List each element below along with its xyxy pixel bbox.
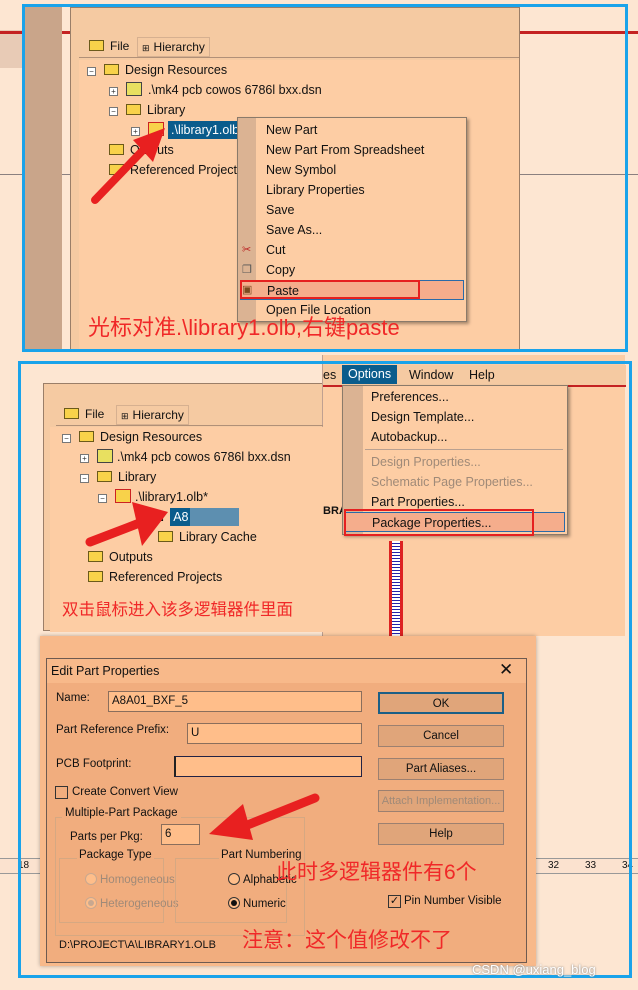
- watermark: CSDN @uxiang_blog: [472, 962, 596, 977]
- callout-frame: [22, 4, 628, 352]
- toolbar-fragment: [0, 30, 22, 68]
- callout-frame: [18, 361, 632, 978]
